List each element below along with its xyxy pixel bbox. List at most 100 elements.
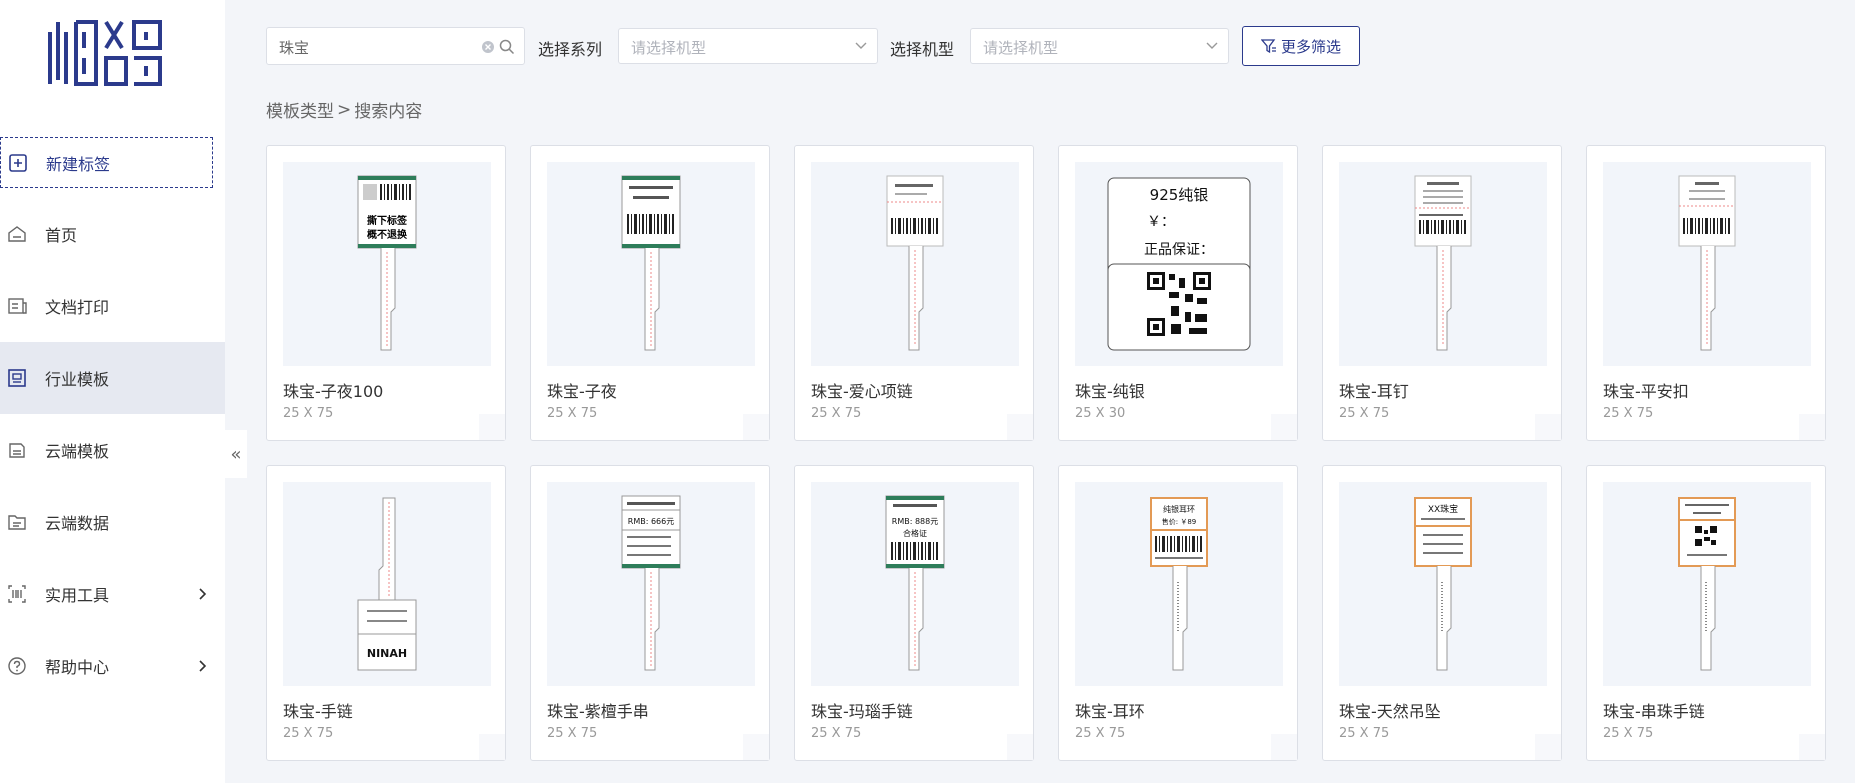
sidebar-item-industry-templates[interactable]: 行业模板 <box>0 342 225 414</box>
card-title: 珠宝-串珠手链 <box>1603 702 1705 721</box>
card-size: 25 X 75 <box>283 726 334 741</box>
preview-text: RMB: 888元 <box>892 517 938 526</box>
cloud-template-icon <box>9 443 25 458</box>
model-placeholder: 请选择机型 <box>983 39 1059 57</box>
model-select[interactable]: 请选择机型 <box>970 28 1229 64</box>
breadcrumb: 模板类型 > 搜索内容 <box>266 97 423 123</box>
sidebar-item-home[interactable]: 首页 <box>0 198 225 270</box>
home-icon <box>8 226 26 242</box>
breadcrumb-current: 搜索内容 <box>354 102 423 122</box>
template-preview: NINAH <box>283 482 491 686</box>
preview-text: NINAH <box>367 647 407 660</box>
search-icon[interactable] <box>499 39 515 55</box>
card-size: 25 X 75 <box>1075 726 1126 741</box>
more-filter-button[interactable]: 更多筛选 <box>1242 26 1360 66</box>
template-card[interactable]: 珠宝-耳钉 25 X 75 <box>1322 145 1562 441</box>
series-placeholder: 请选择机型 <box>631 39 707 57</box>
chevron-down-icon <box>855 42 867 49</box>
series-select[interactable]: 请选择机型 <box>618 28 878 64</box>
preview-text: 正品保证： <box>1144 242 1214 258</box>
template-preview <box>1603 482 1811 686</box>
template-card[interactable]: XX珠宝 珠宝-天然吊坠 25 X 75 <box>1322 465 1562 761</box>
card-corner <box>1271 734 1297 760</box>
sidebar-item-label: 云端数据 <box>45 514 110 533</box>
template-card[interactable]: 珠宝-串珠手链 25 X 75 <box>1586 465 1826 761</box>
card-size: 25 X 75 <box>1603 406 1654 421</box>
preview-text: 纯银耳环 <box>1163 504 1195 514</box>
template-preview <box>811 162 1019 366</box>
template-card[interactable]: NINAH 珠宝-手链 25 X 75 <box>266 465 506 761</box>
search-value: 珠宝 <box>279 39 310 57</box>
card-size: 25 X 75 <box>811 406 862 421</box>
new-label-button[interactable]: 新建标签 <box>0 137 213 188</box>
model-label: 选择机型 <box>890 40 955 59</box>
new-label-text: 新建标签 <box>46 154 111 174</box>
document-print-icon <box>8 298 27 314</box>
card-title: 珠宝-爱心项链 <box>811 382 913 401</box>
card-title: 珠宝-紫檀手串 <box>547 702 649 721</box>
barcode-scan-icon <box>8 585 26 603</box>
preview-text: 合格证 <box>903 528 927 538</box>
jewelry-tag-preview: NINAH <box>357 497 417 671</box>
template-card[interactable]: 925纯银 ￥： 正品保证： 珠宝-纯银 25 X 30 <box>1058 145 1298 441</box>
sidebar-item-tools[interactable]: 实用工具 <box>0 558 225 630</box>
chevron-right-icon <box>199 588 207 600</box>
sidebar-item-label: 行业模板 <box>45 370 110 389</box>
template-card[interactable]: 珠宝-子夜 25 X 75 <box>530 145 770 441</box>
template-preview: 撕下标签 概不退换 <box>283 162 491 366</box>
jewelry-tag-preview <box>1414 175 1472 351</box>
template-card[interactable]: RMB: 666元 珠宝-紫檀手串 25 X 75 <box>530 465 770 761</box>
card-corner <box>1007 734 1033 760</box>
template-preview: RMB: 888元 合格证 <box>811 482 1019 686</box>
breadcrumb-parent[interactable]: 模板类型 <box>266 97 334 122</box>
folder-data-icon <box>8 515 26 530</box>
jewelry-tag-preview: RMB: 888元 合格证 <box>885 495 945 671</box>
plus-square-icon <box>9 154 27 172</box>
card-title: 珠宝-子夜 <box>547 382 617 401</box>
sidebar-item-cloud-templates[interactable]: 云端模板 <box>0 414 225 486</box>
template-card[interactable]: 珠宝-平安扣 25 X 75 <box>1586 145 1826 441</box>
template-card[interactable]: 撕下标签 概不退换 珠宝-子夜100 25 X 75 <box>266 145 506 441</box>
card-corner <box>743 734 769 760</box>
clear-icon[interactable] <box>481 40 495 54</box>
card-corner <box>743 414 769 440</box>
jewelry-tag-preview <box>621 175 681 351</box>
card-corner <box>1799 414 1825 440</box>
sidebar: 新建标签 首页 文档打印 行业模板 云端模板 云端数据 实用工具 帮助中心 <box>0 0 225 783</box>
card-size: 25 X 75 <box>1339 726 1390 741</box>
more-filter-label: 更多筛选 <box>1280 37 1341 56</box>
card-title: 珠宝-平安扣 <box>1603 382 1689 401</box>
preview-text: RMB: 666元 <box>628 517 674 526</box>
preview-text: 售价: ￥89 <box>1162 517 1197 526</box>
sidebar-item-help[interactable]: 帮助中心 <box>0 630 225 702</box>
jewelry-tag-preview: RMB: 666元 <box>621 495 681 671</box>
card-corner <box>1535 414 1561 440</box>
brand-logo <box>48 20 162 86</box>
template-preview: 925纯银 ￥： 正品保证： <box>1075 162 1283 366</box>
jewelry-tag-preview: XX珠宝 <box>1414 497 1472 671</box>
template-card[interactable]: 纯银耳环 售价: ￥89 珠宝-耳环 25 X 75 <box>1058 465 1298 761</box>
card-title: 珠宝-纯银 <box>1075 382 1145 401</box>
sidebar-item-cloud-data[interactable]: 云端数据 <box>0 486 225 558</box>
filter-icon <box>1260 39 1276 54</box>
sidebar-item-label: 文档打印 <box>45 298 110 317</box>
double-chevron-left-icon: « <box>230 443 242 465</box>
card-corner <box>1271 414 1297 440</box>
card-size: 25 X 75 <box>1339 406 1390 421</box>
jewelry-tag-preview <box>886 175 944 351</box>
card-size: 25 X 75 <box>283 406 334 421</box>
series-label: 选择系列 <box>538 40 603 59</box>
template-preview: RMB: 666元 <box>547 482 755 686</box>
template-card[interactable]: RMB: 888元 合格证 珠宝-玛瑙手链 25 X 75 <box>794 465 1034 761</box>
preview-text: 撕下标签 <box>367 214 408 227</box>
search-input[interactable]: 珠宝 <box>266 27 525 65</box>
card-corner <box>479 734 505 760</box>
template-card[interactable]: 珠宝-爱心项链 25 X 75 <box>794 145 1034 441</box>
preview-text: XX珠宝 <box>1428 503 1458 515</box>
template-preview <box>1603 162 1811 366</box>
card-title: 珠宝-天然吊坠 <box>1339 702 1441 721</box>
collapse-sidebar-button[interactable]: « <box>225 430 247 478</box>
template-preview <box>547 162 755 366</box>
sidebar-item-label: 云端模板 <box>45 442 110 461</box>
sidebar-item-doc-print[interactable]: 文档打印 <box>0 270 225 342</box>
